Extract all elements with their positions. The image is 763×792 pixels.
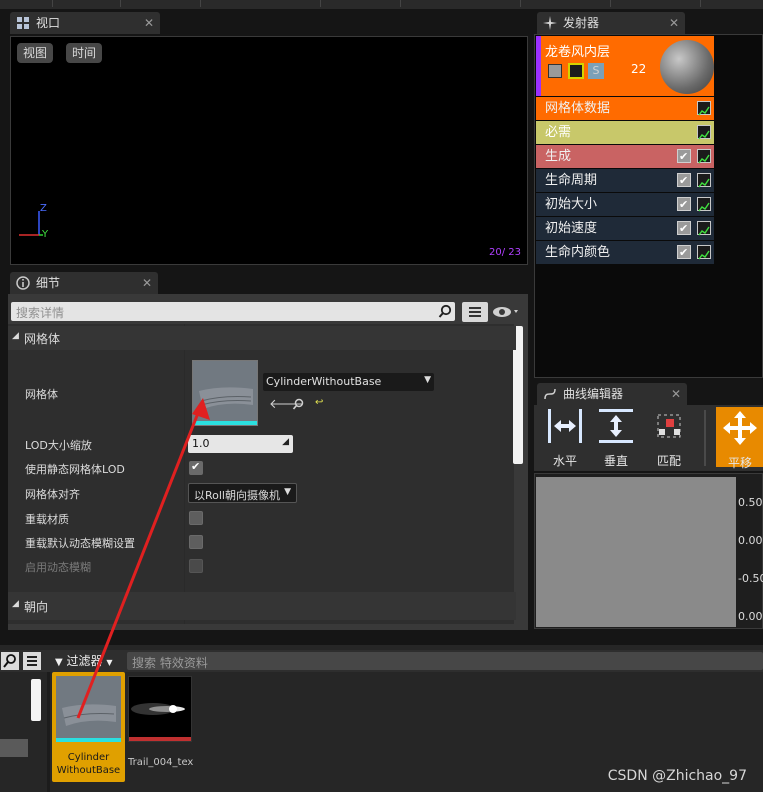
annotation-arrow [76, 398, 210, 719]
watermark: CSDN @Zhichao_97 [607, 768, 747, 784]
